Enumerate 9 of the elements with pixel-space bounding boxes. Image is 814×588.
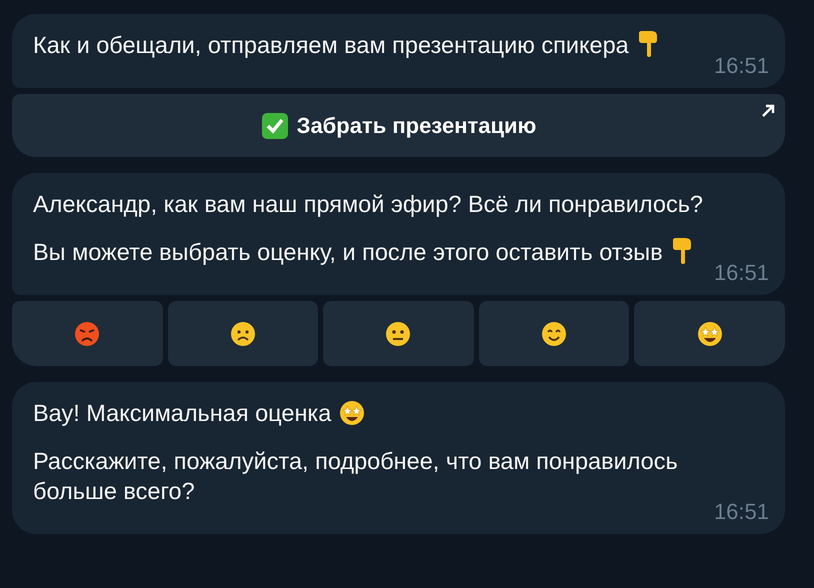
message-text: Как и обещали, отправляем вам презентацию спикера xyxy=(33,32,629,58)
message-text: Вау! Максимальная оценка xyxy=(33,400,332,426)
message-time: 16:51 xyxy=(714,54,769,78)
link-button[interactable]: Забрать презентацию xyxy=(12,94,785,157)
message-text: Расскажите, пожалуйста, подробнее, что вам понравилось больше всего? xyxy=(33,448,678,504)
message-time: 16:51 xyxy=(714,261,769,285)
message-text: Вы можете выбрать оценку, и после этого оставить отзыв xyxy=(33,239,663,265)
message-text: Александр, как вам наш прямой эфир? Всё ли понравилось? xyxy=(33,191,704,217)
message-time: 16:51 xyxy=(714,500,769,524)
